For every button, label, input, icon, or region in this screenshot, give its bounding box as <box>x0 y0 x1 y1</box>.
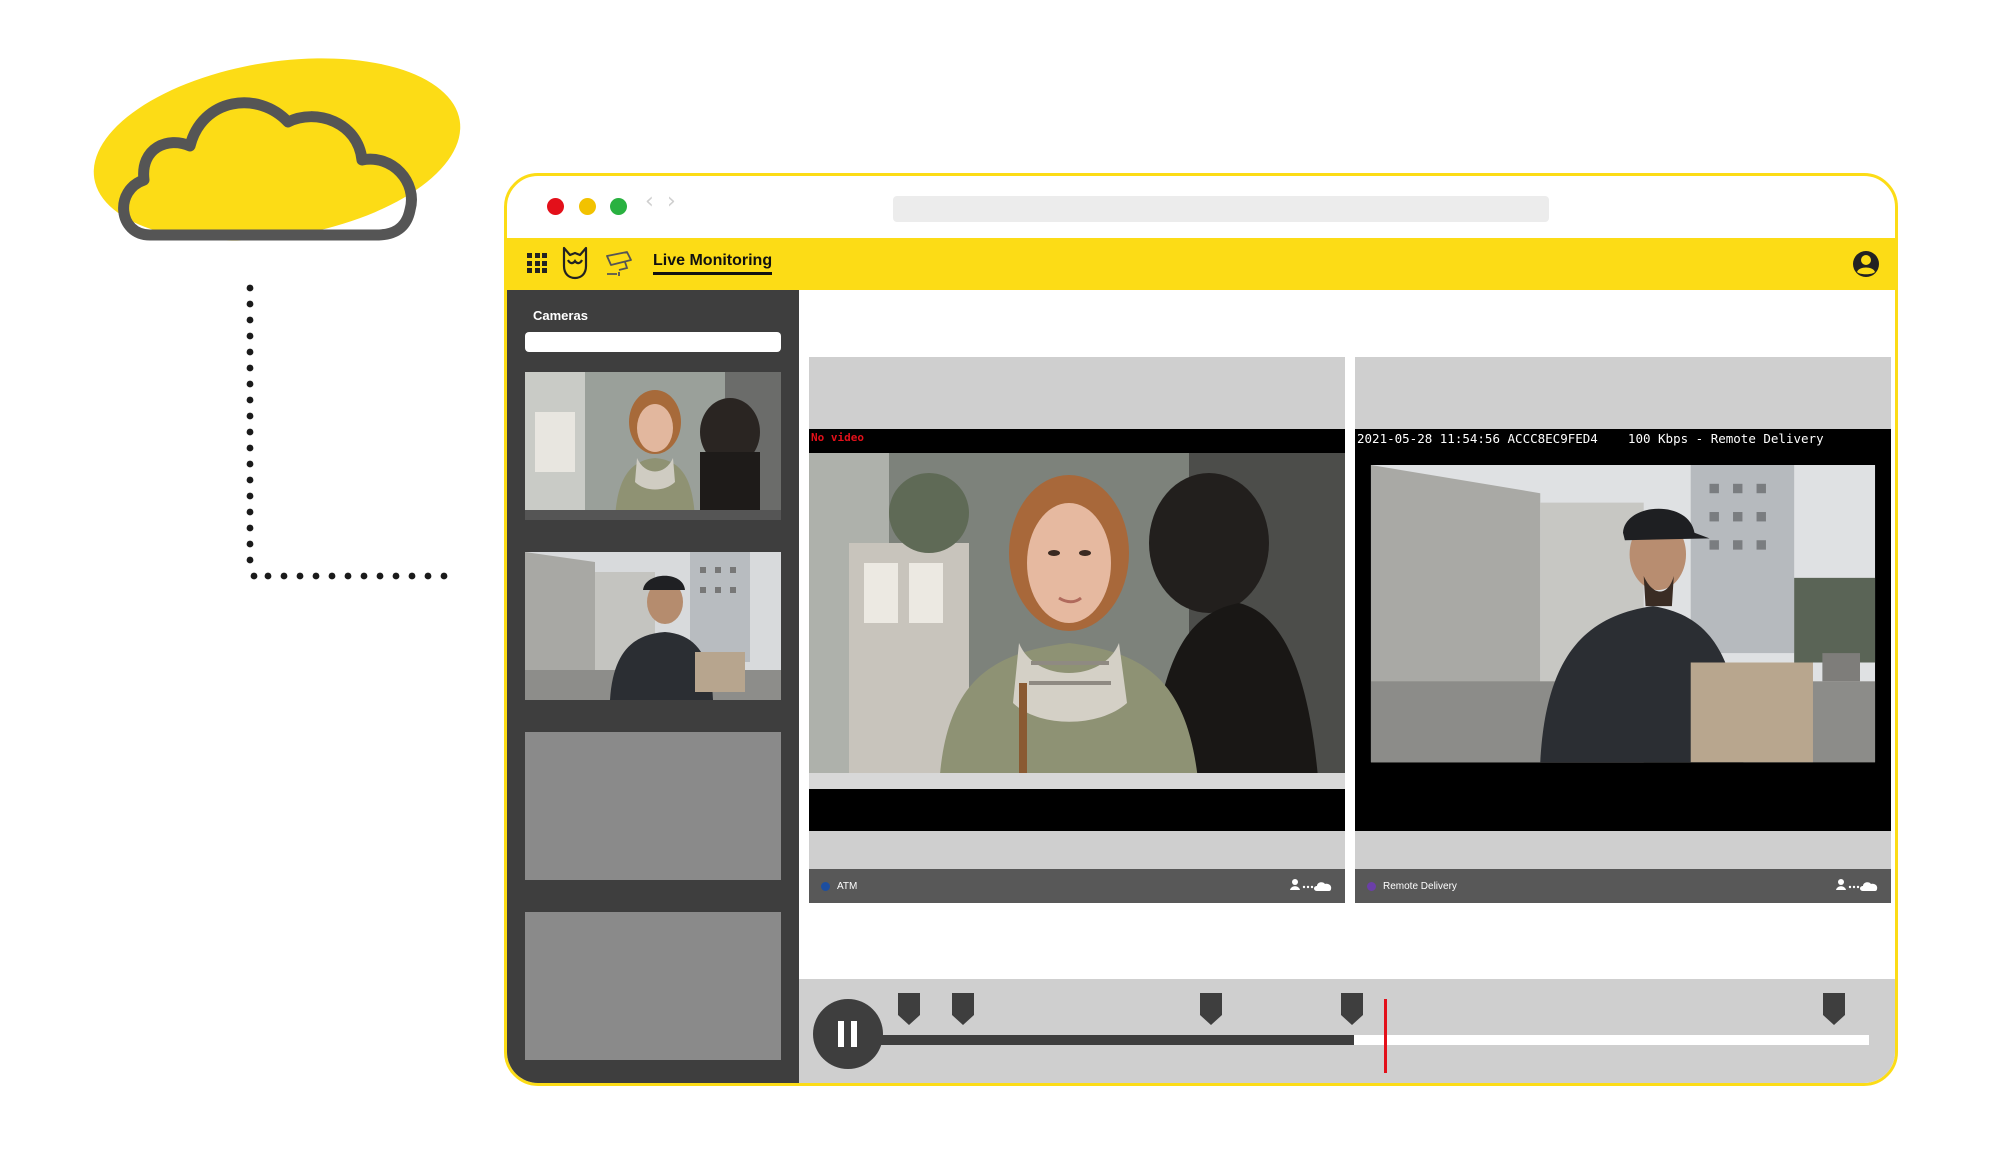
video-feed[interactable]: No video <box>809 429 1345 831</box>
atm-camera-preview <box>525 372 781 520</box>
tile-label: Remote Delivery <box>1383 881 1457 892</box>
bookmark-icon[interactable] <box>1823 993 1846 1025</box>
stream-info-overlay: 2021-05-28 11:54:56 ACCC8EC9FED4 100 Kbp… <box>1357 431 1824 446</box>
bookmark-icon[interactable] <box>897 993 920 1025</box>
camera-thumbnail-empty[interactable] <box>525 732 781 880</box>
user-to-cloud-icon <box>1290 879 1332 891</box>
window-maximize-button[interactable] <box>610 198 627 215</box>
connector-dotted-line <box>246 284 448 580</box>
window-close-button[interactable] <box>547 198 564 215</box>
security-camera-icon[interactable] <box>605 250 637 278</box>
video-feed[interactable]: 2021-05-28 11:54:56 ACCC8EC9FED4 100 Kbp… <box>1355 429 1891 831</box>
no-video-indicator: No video <box>811 431 864 444</box>
user-account-icon[interactable] <box>1851 249 1881 279</box>
status-indicator <box>1367 882 1376 891</box>
forward-arrow-icon[interactable]: › <box>667 189 676 214</box>
bookmark-icon[interactable] <box>1341 993 1364 1025</box>
camera-search-input[interactable] <box>525 332 781 352</box>
address-bar[interactable] <box>893 196 1549 222</box>
camera-thumbnail-remote-delivery[interactable] <box>525 552 781 700</box>
timeline-progress <box>879 1035 1355 1045</box>
bookmark-icon[interactable] <box>952 993 975 1025</box>
pause-button[interactable] <box>813 999 883 1069</box>
pause-icon <box>851 1021 857 1047</box>
timeline-playhead[interactable] <box>1383 999 1387 1073</box>
atm-video-frame <box>809 453 1345 789</box>
playback-timeline <box>799 979 1895 1083</box>
tile-footer: ATM <box>809 869 1345 903</box>
remote-delivery-video-frame <box>1370 465 1876 763</box>
video-tile-atm[interactable]: No video ATM <box>809 357 1345 903</box>
bookmark-icon[interactable] <box>1199 993 1222 1025</box>
grid-icon[interactable] <box>527 253 547 273</box>
window-minimize-button[interactable] <box>579 198 596 215</box>
camera-thumbnail-empty[interactable] <box>525 912 781 1060</box>
illustration-stage: ‹ › Live Monitoring Cameras No video ATM… <box>0 0 1999 1173</box>
pause-icon <box>838 1021 844 1047</box>
video-tile-remote-delivery[interactable]: 2021-05-28 11:54:56 ACCC8EC9FED4 100 Kbp… <box>1355 357 1891 903</box>
app-title[interactable]: Live Monitoring <box>653 252 773 275</box>
user-to-cloud-icon <box>1836 879 1878 891</box>
tile-footer: Remote Delivery <box>1355 869 1891 903</box>
tile-label: ATM <box>837 881 858 892</box>
owl-logo-icon[interactable] <box>561 246 589 280</box>
back-arrow-icon[interactable]: ‹ <box>645 189 654 214</box>
browser-window: ‹ › Live Monitoring Cameras No video ATM… <box>504 173 1898 1086</box>
camera-thumbnail-atm[interactable] <box>525 372 781 520</box>
remote-delivery-camera-preview <box>525 552 781 700</box>
camera-sidebar: Cameras <box>507 290 799 1083</box>
status-indicator <box>821 882 830 891</box>
app-toolbar: Live Monitoring <box>507 238 1895 290</box>
sidebar-heading: Cameras <box>533 308 588 323</box>
cloud-icon <box>118 97 417 241</box>
